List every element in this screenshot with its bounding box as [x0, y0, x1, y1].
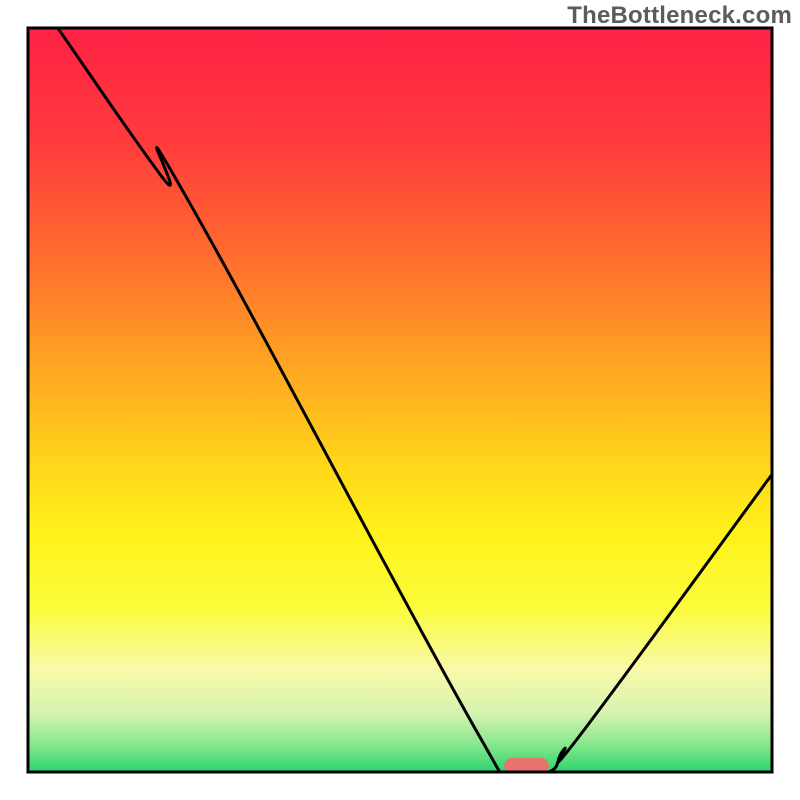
- bottleneck-chart: TheBottleneck.com: [0, 0, 800, 800]
- gradient-background: [28, 28, 772, 772]
- watermark-label: TheBottleneck.com: [567, 2, 792, 30]
- chart-canvas: [0, 0, 800, 800]
